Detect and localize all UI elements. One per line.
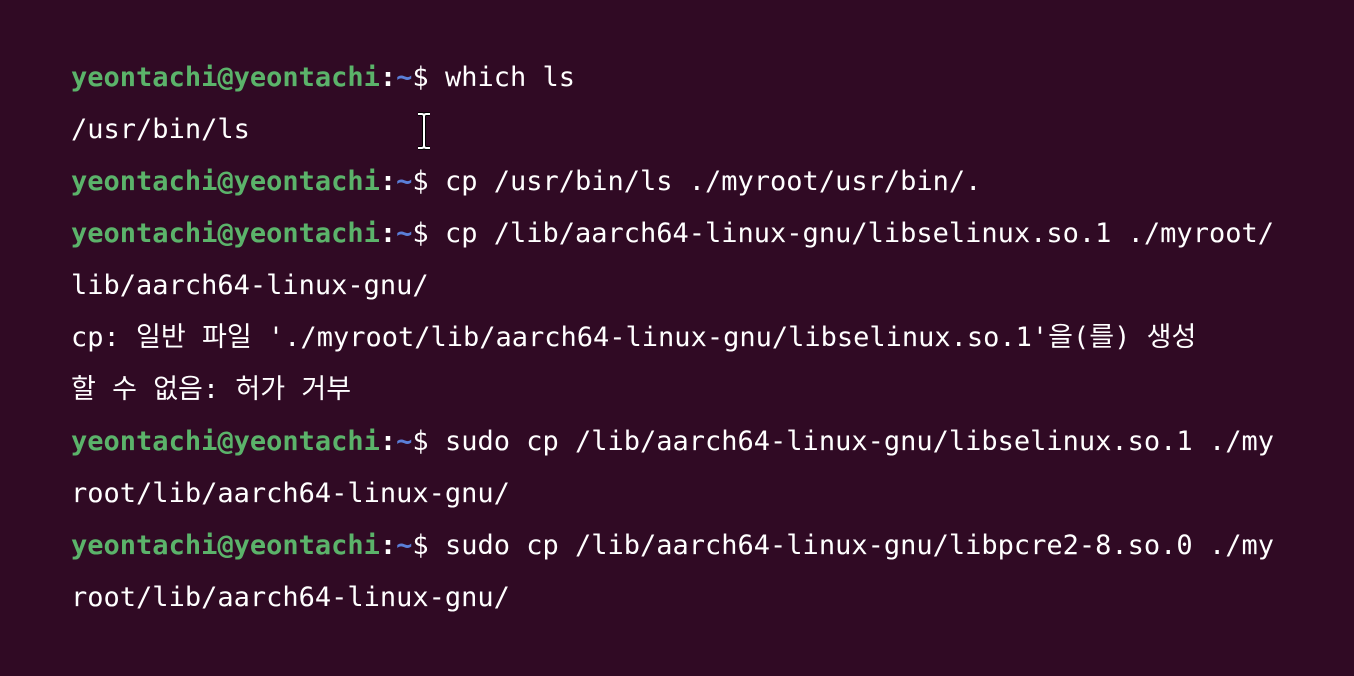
terminal-line: root/lib/aarch64-linux-gnu/: [0, 520, 1354, 613]
terminal-line: yeontachi@yeontachi:~$ cp /usr/bin/ls ./…: [0, 104, 1354, 197]
ibeam-cursor-icon: [418, 112, 430, 150]
output-text: root/lib/aarch64-linux-gnu/: [71, 582, 510, 613]
terminal-line: yeontachi@yeontachi:~$ sudo cp /lib/aarc…: [0, 468, 1354, 561]
terminal-line: root/lib/aarch64-linux-gnu/: [0, 416, 1354, 509]
terminal-line: 할 수 없음: 허가 거부: [0, 312, 1354, 405]
terminal-window[interactable]: yeontachi@yeontachi:~$ which ls /usr/bin…: [0, 0, 1354, 613]
terminal-line: lib/aarch64-linux-gnu/: [0, 208, 1354, 301]
terminal-line: yeontachi@yeontachi:~$ sudo cp /lib/aarc…: [0, 364, 1354, 457]
terminal-line: yeontachi@yeontachi:~$ cp /lib/aarch64-l…: [0, 156, 1354, 249]
terminal-line: yeontachi@yeontachi:~$ which ls: [0, 0, 1354, 93]
terminal-line: cp: 일반 파일 './myroot/lib/aarch64-linux-gn…: [0, 260, 1354, 353]
terminal-line: /usr/bin/ls: [0, 52, 1354, 145]
